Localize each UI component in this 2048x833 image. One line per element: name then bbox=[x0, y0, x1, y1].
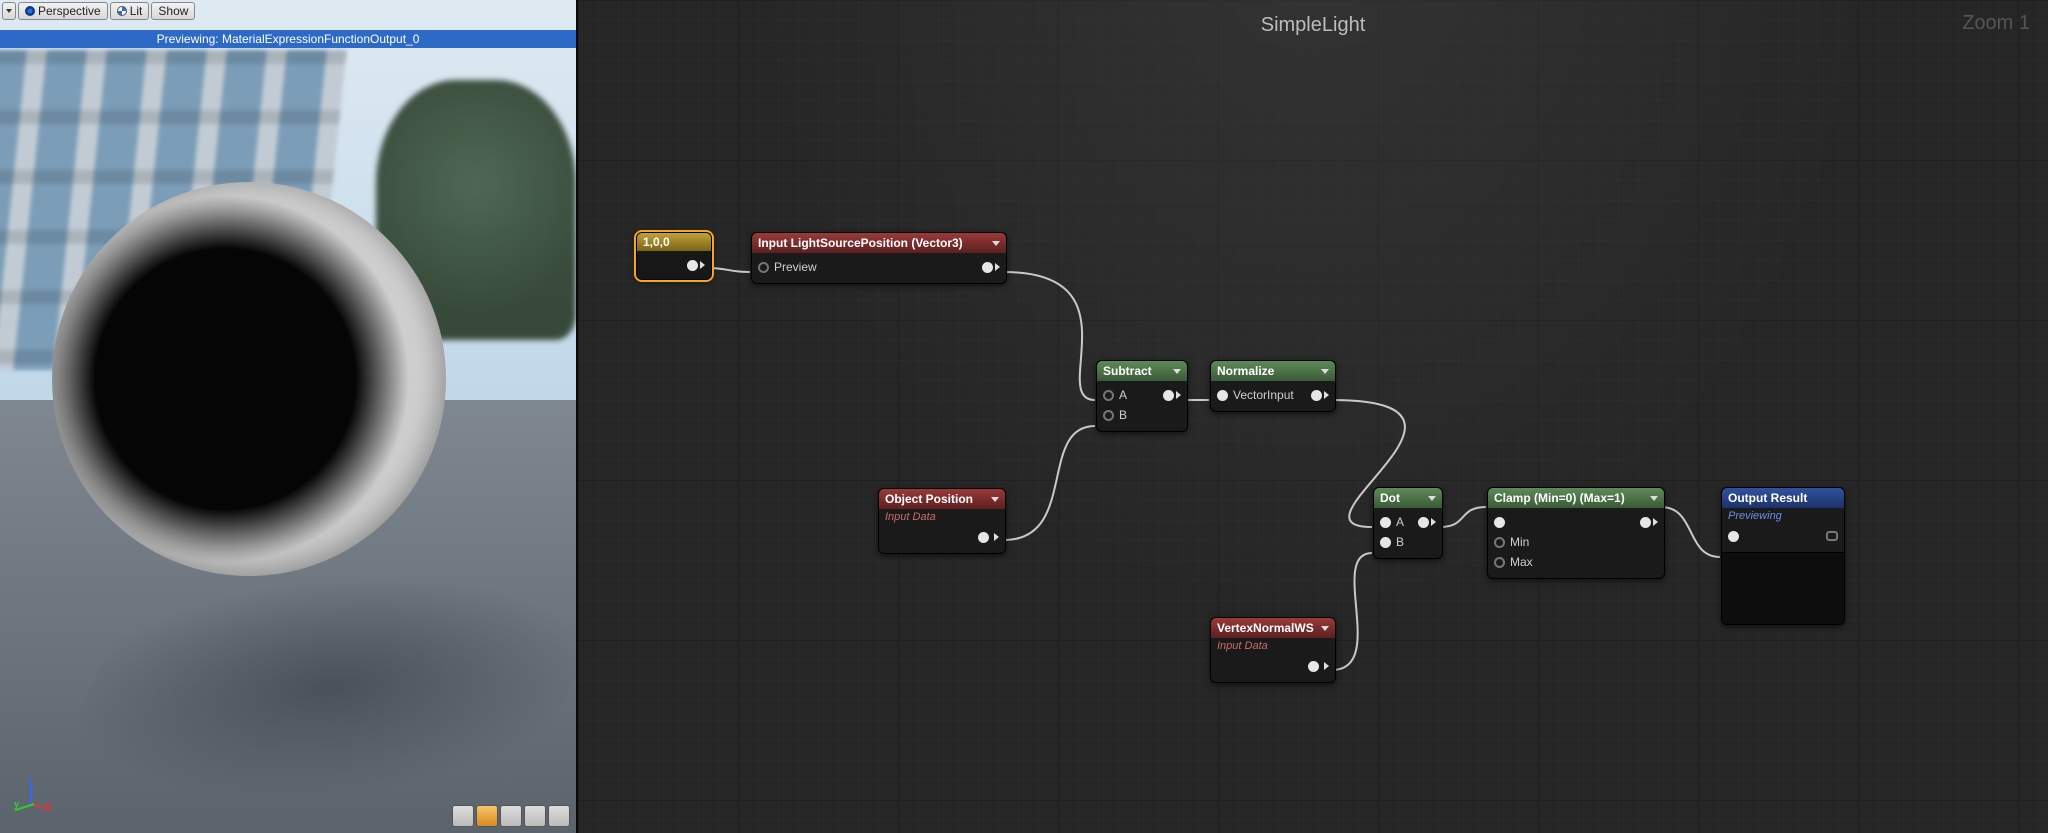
output-pin[interactable] bbox=[1418, 517, 1429, 528]
node-title: Normalize bbox=[1217, 364, 1274, 378]
input-pin-min[interactable] bbox=[1494, 537, 1505, 548]
axis-gizmo: z x y bbox=[16, 777, 56, 817]
preview-toggle[interactable] bbox=[1826, 531, 1838, 541]
node-object-position[interactable]: Object Position Input Data bbox=[878, 488, 1006, 554]
output-pin[interactable] bbox=[1311, 390, 1322, 401]
input-pin[interactable] bbox=[758, 262, 769, 273]
input-pin-b[interactable] bbox=[1103, 410, 1114, 421]
pin-arrow-icon bbox=[1653, 518, 1658, 526]
pin-arrow-icon bbox=[1324, 662, 1329, 670]
chevron-down-icon bbox=[1321, 369, 1329, 374]
output-pin[interactable] bbox=[1640, 517, 1651, 528]
input-pin[interactable] bbox=[1728, 531, 1739, 542]
viewport-shape-bar bbox=[452, 805, 570, 827]
node-clamp[interactable]: Clamp (Min=0) (Max=1) Min bbox=[1487, 487, 1665, 579]
graph-edges bbox=[578, 0, 2048, 833]
node-title: Output Result bbox=[1728, 491, 1807, 505]
node-vertexnormalws[interactable]: VertexNormalWS Input Data bbox=[1210, 617, 1336, 683]
shape-cylinder-button[interactable] bbox=[452, 805, 474, 827]
chevron-down-icon bbox=[1321, 626, 1329, 631]
zoom-label: Zoom 1 bbox=[1962, 12, 2030, 35]
show-button[interactable]: Show bbox=[151, 2, 195, 20]
chevron-down-icon bbox=[991, 497, 999, 502]
pin-label: Preview bbox=[774, 260, 817, 274]
preview-sphere bbox=[52, 182, 446, 576]
lit-button[interactable]: Lit bbox=[110, 2, 150, 20]
chevron-down-icon bbox=[992, 241, 1000, 246]
chevron-down-icon bbox=[1173, 369, 1181, 374]
input-pin-max[interactable] bbox=[1494, 557, 1505, 568]
output-pin[interactable] bbox=[978, 532, 989, 543]
output-pin[interactable] bbox=[687, 260, 698, 271]
node-preview-thumbnail bbox=[1722, 552, 1844, 624]
preview-banner: Previewing: MaterialExpressionFunctionOu… bbox=[0, 30, 576, 48]
pin-arrow-icon bbox=[1431, 518, 1436, 526]
pin-label-min: Min bbox=[1510, 535, 1529, 549]
node-title: Dot bbox=[1380, 491, 1400, 505]
input-pin-a[interactable] bbox=[1103, 390, 1114, 401]
shape-plane-button[interactable] bbox=[500, 805, 522, 827]
lit-label: Lit bbox=[130, 4, 143, 18]
pin-label: VectorInput bbox=[1233, 388, 1294, 402]
pin-arrow-icon bbox=[1324, 391, 1329, 399]
axis-z-label: z bbox=[28, 773, 33, 783]
input-pin-a[interactable] bbox=[1380, 517, 1391, 528]
node-subtitle: Input Data bbox=[879, 509, 1005, 523]
material-graph[interactable]: SimpleLight Zoom 1 1,0,0 bbox=[578, 0, 2048, 833]
viewport-menu-button[interactable] bbox=[2, 2, 16, 20]
node-normalize[interactable]: Normalize VectorInput bbox=[1210, 360, 1336, 412]
pin-arrow-icon bbox=[995, 263, 1000, 271]
node-constant-100[interactable]: 1,0,0 bbox=[636, 232, 712, 280]
lit-icon bbox=[117, 6, 127, 16]
output-pin[interactable] bbox=[982, 262, 993, 273]
perspective-button[interactable]: Perspective bbox=[18, 2, 108, 20]
input-pin-b[interactable] bbox=[1380, 537, 1391, 548]
show-label: Show bbox=[158, 4, 188, 18]
output-pin[interactable] bbox=[1163, 390, 1174, 401]
viewport-scene[interactable] bbox=[0, 0, 576, 833]
viewport-toolbar: Perspective Lit Show bbox=[2, 2, 195, 20]
node-title: VertexNormalWS bbox=[1217, 621, 1314, 635]
input-pin-main[interactable] bbox=[1494, 517, 1505, 528]
pin-arrow-icon bbox=[700, 261, 705, 269]
node-title: Object Position bbox=[885, 492, 973, 506]
axis-y-label: y bbox=[14, 799, 19, 809]
shape-sphere-button[interactable] bbox=[476, 805, 498, 827]
input-pin[interactable] bbox=[1217, 390, 1228, 401]
node-subtitle: Previewing bbox=[1722, 508, 1844, 522]
node-dot[interactable]: Dot A B bbox=[1373, 487, 1443, 559]
node-title: Clamp (Min=0) (Max=1) bbox=[1494, 491, 1625, 505]
graph-title: SimpleLight bbox=[1261, 14, 1366, 37]
shape-teapot-button[interactable] bbox=[548, 805, 570, 827]
node-constant-label: 1,0,0 bbox=[643, 235, 670, 249]
node-subtitle: Input Data bbox=[1211, 638, 1335, 652]
node-output-result[interactable]: Output Result Previewing bbox=[1721, 487, 1845, 625]
pin-label-max: Max bbox=[1510, 555, 1533, 569]
output-pin[interactable] bbox=[1308, 661, 1319, 672]
node-title: Input LightSourcePosition (Vector3) bbox=[758, 236, 963, 250]
node-subtract[interactable]: Subtract A B bbox=[1096, 360, 1188, 432]
pin-arrow-icon bbox=[994, 533, 999, 541]
perspective-icon bbox=[25, 6, 35, 16]
pin-label-b: B bbox=[1119, 408, 1127, 422]
shape-cube-button[interactable] bbox=[524, 805, 546, 827]
pin-label-b: B bbox=[1396, 535, 1404, 549]
viewport-panel[interactable]: Perspective Lit Show Previewing: Materia… bbox=[0, 0, 578, 833]
chevron-down-icon bbox=[1428, 496, 1436, 501]
pin-arrow-icon bbox=[1176, 391, 1181, 399]
node-input-lightsourceposition[interactable]: Input LightSourcePosition (Vector3) Prev… bbox=[751, 232, 1007, 284]
perspective-label: Perspective bbox=[38, 4, 101, 18]
pin-label-a: A bbox=[1119, 388, 1127, 402]
pin-label-a: A bbox=[1396, 515, 1404, 529]
axis-x-label: x bbox=[46, 799, 51, 809]
node-title: Subtract bbox=[1103, 364, 1152, 378]
chevron-down-icon bbox=[1650, 496, 1658, 501]
